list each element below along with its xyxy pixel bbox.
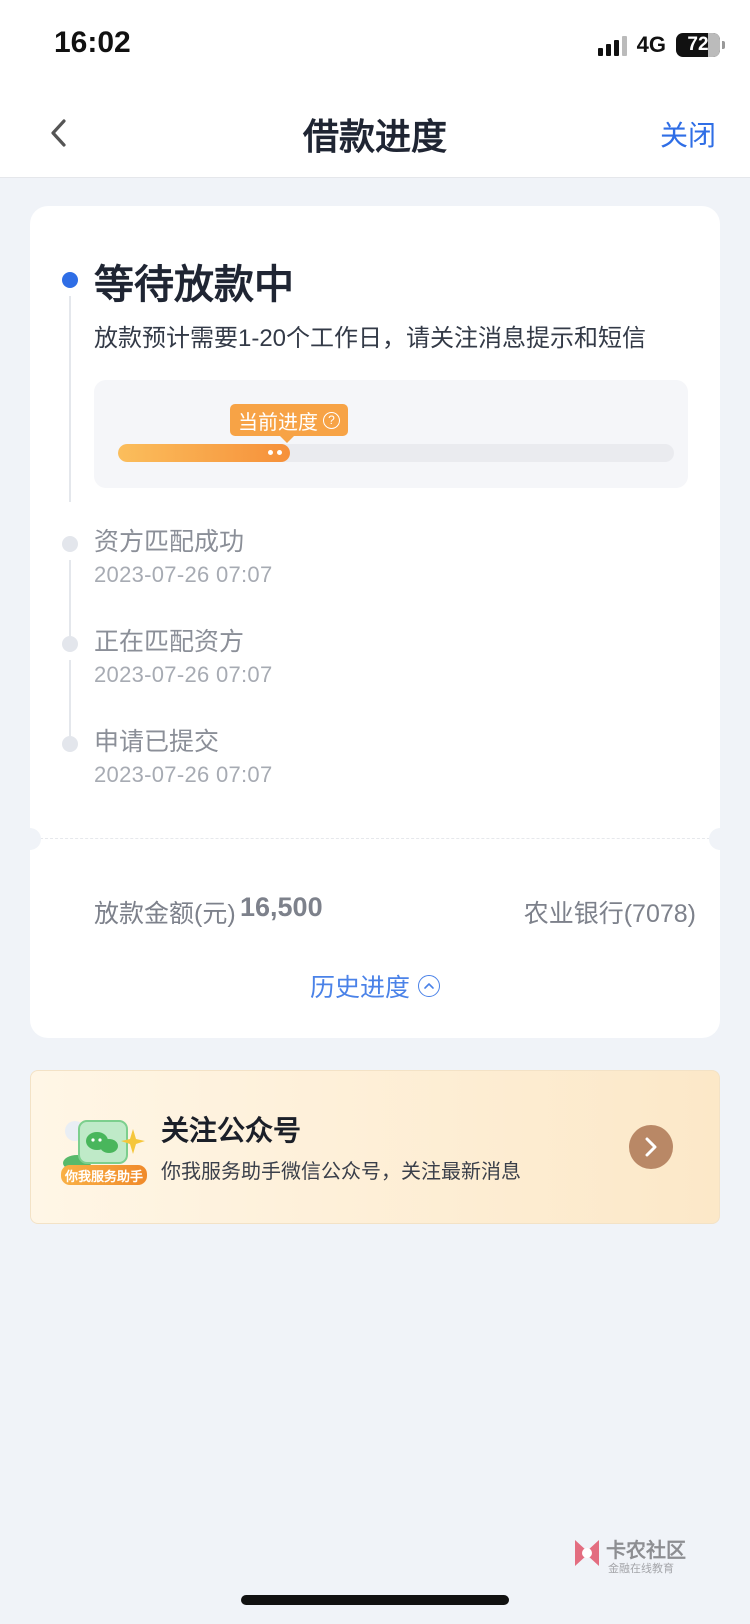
step-time: 2023-07-26 07:07 (94, 562, 273, 587)
page-title: 借款进度 (302, 116, 447, 157)
close-button[interactable]: 关闭 (660, 114, 716, 154)
current-status-title: 等待放款中 (94, 263, 294, 307)
home-indicator[interactable] (241, 1595, 509, 1605)
follow-arrow-button[interactable] (629, 1125, 673, 1169)
progress-tag-label: 当前进度 (238, 411, 318, 434)
history-progress-link[interactable]: 历史进度 (30, 968, 720, 1004)
follow-title: 关注公众号 (161, 1115, 302, 1146)
timeline-line (69, 660, 71, 742)
progress-card: 等待放款中 放款预计需要1-20个工作日，请关注消息提示和短信 当前进度 ? 资… (19, 206, 731, 1038)
watermark-subtitle: 金融在线教育 (608, 1563, 674, 1575)
status-time: 16:02 (54, 26, 131, 59)
current-status-description: 放款预计需要1-20个工作日，请关注消息提示和短信 (94, 325, 647, 352)
chevron-up-icon (418, 975, 440, 997)
watermark-logo: 卡农社区 金融在线教育 (570, 1532, 690, 1578)
progress-indicator-dots (268, 450, 282, 455)
step-dot (62, 536, 78, 552)
help-icon: ? (323, 411, 340, 429)
progress-panel: 当前进度 ? (94, 380, 688, 488)
follow-description: 你我服务助手微信公众号，关注最新消息 (161, 1161, 521, 1183)
wechat-assistant-illustration: 你我服务助手 (59, 1109, 149, 1191)
status-bar: 16:02 4G 72 (0, 0, 750, 88)
kanong-logo-icon (575, 1540, 599, 1566)
battery-empty-portion (708, 33, 720, 57)
bank-account: 农业银行(7078) (523, 900, 696, 928)
divider (30, 838, 720, 839)
card-notch-right (709, 828, 731, 850)
progress-bar-fill (118, 444, 290, 462)
amount-label: 放款金额(元) (94, 900, 236, 928)
amount-value: 16,500 (240, 892, 323, 922)
assistant-badge: 你我服务助手 (61, 1165, 147, 1185)
nav-bar: 借款进度 关闭 (0, 88, 750, 178)
watermark-title: 卡农社区 (606, 1540, 686, 1562)
battery-icon: 72 (676, 33, 725, 57)
timeline-line (69, 560, 71, 642)
step-time: 2023-07-26 07:07 (94, 662, 273, 687)
follow-account-banner[interactable]: 你我服务助手 关注公众号 你我服务助手微信公众号，关注最新消息 (30, 1070, 720, 1224)
step-dot (62, 636, 78, 652)
battery-level: 72 (687, 34, 709, 55)
step-time: 2023-07-26 07:07 (94, 762, 273, 787)
network-type: 4G (636, 32, 666, 57)
status-indicators: 4G 72 (597, 30, 725, 60)
history-progress-label: 历史进度 (309, 974, 410, 1002)
step-label: 资方匹配成功 (94, 528, 245, 556)
signal-icon (597, 34, 627, 56)
timeline-line (69, 296, 71, 502)
current-step-dot (62, 272, 78, 288)
card-notch-left (19, 828, 41, 850)
step-dot (62, 736, 78, 752)
step-label: 正在匹配资方 (94, 628, 245, 656)
current-progress-tag[interactable]: 当前进度 ? (230, 404, 348, 443)
progress-bar (118, 444, 674, 462)
chevron-right-icon (645, 1137, 657, 1157)
step-label: 申请已提交 (94, 728, 220, 756)
